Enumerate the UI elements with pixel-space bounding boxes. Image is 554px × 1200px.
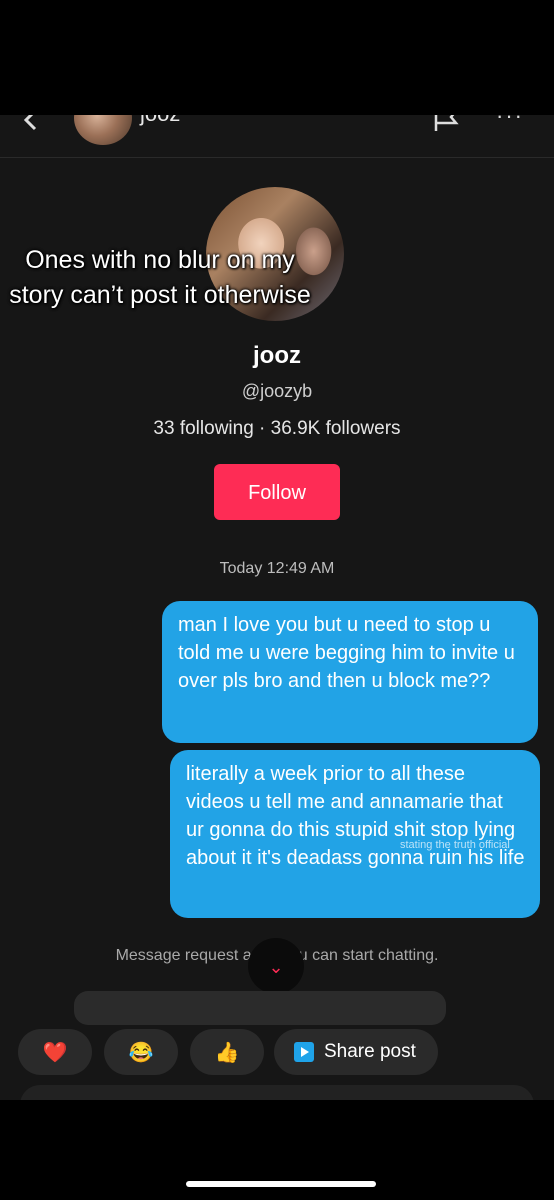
follow-stats: 33 following · 36.9K followers <box>153 418 401 439</box>
story-caption-overlay: Ones with no blur on my story can’t post… <box>9 246 311 309</box>
laugh-reaction-button[interactable]: 😂 <box>104 1029 178 1075</box>
received-message-bubble[interactable] <box>74 991 446 1025</box>
message-input-bar[interactable] <box>20 1085 534 1100</box>
back-arrow-icon[interactable] <box>20 115 42 131</box>
chevron-down-icon: ⌄ <box>268 957 284 977</box>
thumbs-up-reaction-button[interactable]: 👍 <box>190 1029 264 1075</box>
scroll-to-bottom-button[interactable]: ⌄ <box>248 938 304 994</box>
more-options-icon[interactable]: ··· <box>496 115 524 129</box>
report-flag-icon[interactable] <box>432 115 460 133</box>
share-post-icon <box>294 1042 314 1062</box>
heart-icon: ❤️ <box>42 1042 68 1064</box>
follow-button[interactable]: Follow <box>214 464 340 520</box>
header-divider <box>0 157 554 158</box>
profile-handle: @joozyb <box>241 381 313 401</box>
watermark-text: stating the truth official <box>400 839 510 851</box>
share-post-button[interactable]: Share post <box>274 1029 438 1075</box>
header-avatar[interactable] <box>74 115 132 145</box>
profile-name: jooz <box>253 342 301 369</box>
heart-reaction-button[interactable]: ❤️ <box>18 1029 92 1075</box>
sent-message-bubble[interactable]: literally a week prior to all these vide… <box>170 750 540 918</box>
laughing-emoji-icon: 😂 <box>128 1042 154 1064</box>
sent-message-bubble[interactable]: man I love you but u need to stop u told… <box>162 601 538 743</box>
header-username[interactable]: jooz <box>140 115 180 127</box>
chat-screen: jooz ··· Ones with no blur on my story c… <box>0 115 554 1100</box>
message-timestamp: Today 12:49 AM <box>219 560 335 577</box>
chat-header: jooz ··· <box>0 115 554 157</box>
thumbs-up-icon: 👍 <box>214 1042 240 1064</box>
share-post-label: Share post <box>324 1041 416 1062</box>
home-indicator[interactable] <box>186 1181 376 1187</box>
